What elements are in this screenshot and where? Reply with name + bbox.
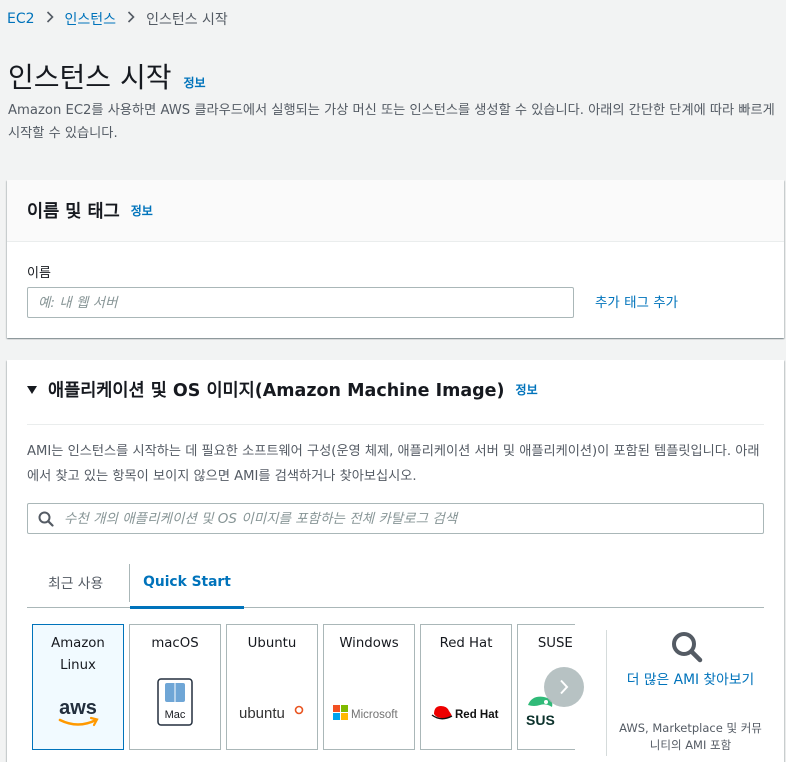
name-tags-title: 이름 및 태그 [27, 202, 120, 222]
chevron-right-icon [46, 11, 54, 27]
ubuntu-logo-text: ubuntu [239, 705, 285, 722]
os-card-amazon-linux[interactable]: Amazon Linux aws [32, 624, 124, 750]
name-field-label: 이름 [27, 266, 51, 281]
os-card-windows[interactable]: Windows Microsoft [323, 624, 415, 750]
page-description: Amazon EC2를 사용하면 AWS 클라우드에서 실행되는 가상 머신 또… [8, 103, 775, 141]
browse-more-ami-subtext: AWS, Marketplace 및 커뮤니티의 AMI 포함 [619, 721, 762, 752]
name-tags-header: 이름 및 태그 정보 [7, 180, 784, 242]
breadcrumb: EC2 인스턴스 인스턴스 시작 [7, 9, 228, 29]
microsoft-logo-icon: Microsoft [324, 693, 414, 733]
redhat-logo-text: Red Hat [455, 709, 499, 721]
os-card-label: Windows [339, 636, 399, 651]
os-card-ubuntu[interactable]: Ubuntu ubuntu [226, 624, 318, 750]
ami-panel: 애플리케이션 및 OS 이미지(Amazon Machine Image) 정보… [7, 360, 784, 762]
ami-search-box[interactable] [27, 503, 764, 534]
breadcrumb-ec2-link[interactable]: EC2 [7, 11, 35, 27]
ami-title: 애플리케이션 및 OS 이미지(Amazon Machine Image) [48, 380, 505, 401]
page-title: 인스턴스 시작 정보 [8, 56, 206, 96]
name-tags-panel: 이름 및 태그 정보 이름 추가 태그 추가 [7, 180, 784, 338]
breadcrumb-current: 인스턴스 시작 [146, 12, 228, 28]
ami-search-input[interactable] [64, 510, 754, 527]
aws-logo-text: aws [59, 697, 97, 719]
aws-logo-icon: aws [33, 693, 123, 733]
microsoft-logo-text: Microsoft [351, 709, 398, 721]
os-card-macos[interactable]: macOS Mac [129, 624, 221, 750]
ami-tabs: 최근 사용 Quick Start [27, 556, 764, 609]
info-link[interactable]: 정보 [131, 202, 153, 219]
os-card-label: Amazon Linux [51, 636, 105, 673]
info-link[interactable]: 정보 [183, 74, 205, 91]
caret-down-icon[interactable] [27, 386, 37, 394]
ubuntu-logo-icon: ubuntu [227, 693, 317, 733]
os-card-label: macOS [151, 636, 199, 651]
tab-quick-start[interactable]: Quick Start [130, 556, 244, 609]
suse-logo-text: SUS [526, 712, 555, 728]
chevron-right-icon [560, 679, 569, 695]
info-link[interactable]: 정보 [516, 381, 538, 398]
search-icon [38, 511, 54, 527]
carousel-next-button[interactable] [544, 667, 584, 707]
add-tags-link[interactable]: 추가 태그 추가 [595, 291, 678, 311]
os-card-label: Ubuntu [247, 636, 297, 651]
divider [27, 424, 764, 425]
search-icon [672, 632, 703, 663]
browse-more-ami-link[interactable]: 더 많은 AMI 찾아보기 [617, 669, 764, 692]
mac-logo-icon: Mac [130, 678, 220, 726]
breadcrumb-instances-link[interactable]: 인스턴스 [65, 9, 117, 29]
os-card-label: SUSE Li [537, 636, 575, 651]
os-card-carousel: Amazon Linux aws macOS Mac Ubuntu ubuntu… [27, 624, 575, 754]
page-title-text: 인스턴스 시작 [8, 61, 172, 94]
browse-more-ami[interactable]: 더 많은 AMI 찾아보기 AWS, Marketplace 및 커뮤니티의 A… [606, 630, 764, 756]
tab-recent[interactable]: 최근 사용 [48, 556, 103, 608]
os-card-label: Red Hat [439, 636, 493, 651]
ami-header[interactable]: 애플리케이션 및 OS 이미지(Amazon Machine Image) 정보 [7, 360, 784, 418]
mac-logo-text: Mac [165, 709, 186, 721]
chevron-right-icon [127, 11, 135, 27]
name-input[interactable] [27, 287, 574, 318]
ami-description: AMI는 인스턴스를 시작하는 데 필요한 소프트웨어 구성(운영 체제, 애플… [27, 444, 760, 484]
redhat-logo-icon: Red Hat [421, 693, 511, 733]
os-card-red-hat[interactable]: Red Hat Red Hat [420, 624, 512, 750]
